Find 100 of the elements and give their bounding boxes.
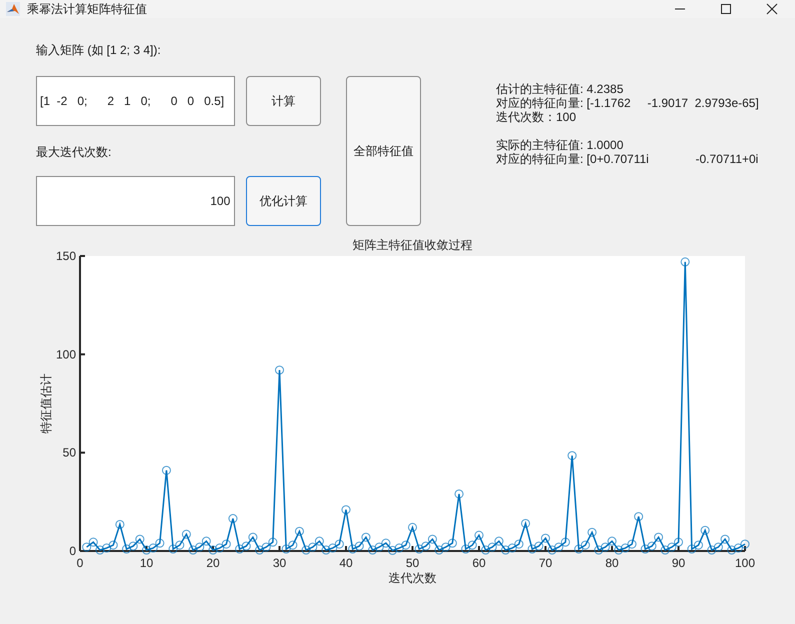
data-point — [634, 512, 644, 522]
x-axis-label: 迭代次数 — [388, 571, 436, 585]
data-point — [361, 532, 370, 542]
data-point — [554, 542, 564, 552]
x-tick-label: 60 — [472, 556, 486, 570]
data-point — [714, 542, 723, 552]
x-tick-label: 80 — [605, 556, 619, 570]
data-point — [162, 466, 171, 475]
data-point — [182, 530, 191, 539]
data-point — [115, 520, 124, 529]
data-point — [501, 546, 510, 555]
data-point — [568, 451, 577, 460]
data-point — [401, 540, 410, 550]
data-point — [580, 540, 590, 550]
data-point — [534, 542, 544, 551]
data-point — [421, 542, 430, 551]
data-point — [242, 542, 251, 551]
data-point — [434, 546, 444, 555]
data-point — [594, 546, 604, 555]
data-point — [342, 505, 350, 514]
y-tick-label: 0 — [69, 544, 76, 558]
data-point — [228, 514, 238, 524]
data-point — [707, 546, 716, 555]
data-point — [740, 540, 750, 549]
data-point — [687, 544, 696, 554]
field-label: 最大迭代次数: — [36, 144, 112, 161]
data-point — [448, 538, 457, 548]
x-tick-label: 30 — [272, 556, 286, 570]
x-tick-label: 50 — [406, 556, 420, 570]
data-point — [175, 540, 184, 550]
data-point — [720, 534, 730, 544]
data-point — [627, 540, 636, 549]
push-button[interactable]: 优化计算 — [246, 176, 321, 226]
data-point — [414, 544, 424, 554]
result-text: 对应的特征向量: [-1.1762 -1.9017 2.9793e-65] — [496, 96, 759, 110]
data-point — [468, 540, 477, 550]
data-point — [282, 544, 291, 554]
data-point — [481, 546, 490, 555]
data-point — [294, 526, 304, 536]
data-point — [354, 542, 364, 551]
data-point — [674, 538, 683, 547]
data-point — [614, 546, 624, 555]
data-point — [262, 542, 271, 552]
data-point — [334, 540, 344, 549]
chart-title: 矩阵主特征值收敛过程 — [352, 238, 472, 252]
x-tick-label: 90 — [672, 556, 686, 570]
data-point — [155, 538, 164, 548]
result-text: 迭代次数：100 — [496, 110, 578, 124]
data-point — [548, 546, 557, 555]
push-button[interactable]: 计算 — [246, 76, 321, 126]
data-point — [574, 544, 584, 554]
data-point — [314, 536, 324, 546]
data-point — [275, 366, 284, 375]
result-text: 估计的主特征值: 4.2385 — [496, 82, 624, 96]
data-point — [195, 542, 204, 552]
data-point — [95, 546, 104, 555]
data-point — [381, 538, 390, 548]
data-point — [255, 546, 264, 555]
x-tick-label: 20 — [206, 556, 220, 570]
data-point — [620, 544, 630, 553]
push-button[interactable]: 全部特征值 — [346, 76, 421, 226]
data-point — [208, 546, 218, 555]
data-point — [734, 544, 743, 553]
data-point — [215, 544, 224, 553]
data-point — [82, 542, 92, 552]
data-point — [474, 530, 484, 540]
x-tick-label: 40 — [339, 556, 353, 570]
y-axis-label: 特征值估计 — [39, 374, 53, 434]
data-point — [541, 534, 550, 543]
data-point — [528, 544, 537, 554]
data-point — [508, 544, 517, 553]
y-tick-label: 50 — [62, 446, 76, 460]
data-point — [142, 546, 151, 555]
data-point — [235, 544, 244, 554]
data-point — [222, 540, 231, 549]
data-point — [588, 528, 597, 537]
data-point — [488, 542, 497, 552]
data-point — [680, 257, 690, 266]
data-point — [108, 540, 118, 550]
data-point — [368, 546, 378, 555]
data-point — [461, 544, 470, 554]
data-point — [322, 546, 331, 555]
data-point — [640, 544, 650, 554]
window-title: 乘幂法计算矩阵特征值 — [27, 1, 147, 18]
data-point — [122, 544, 132, 554]
data-point — [441, 542, 450, 552]
data-point — [521, 518, 530, 528]
matrix-input-field[interactable]: [1 -2 0; 2 1 0; 0 0 0.5] — [36, 76, 236, 126]
data-point — [394, 544, 404, 553]
data-point — [514, 540, 524, 549]
data-point — [428, 534, 437, 544]
data-point — [88, 538, 98, 547]
data-point — [268, 538, 278, 547]
data-point — [727, 546, 736, 555]
data-point — [454, 489, 464, 498]
app-logo-icon — [6, 2, 20, 16]
data-point — [600, 542, 610, 552]
iterations-input-field[interactable]: 100 — [36, 176, 236, 226]
data-point — [654, 532, 664, 542]
result-text: 对应的特征向量: [0+0.70711i -0.70711+0i — [496, 152, 759, 166]
